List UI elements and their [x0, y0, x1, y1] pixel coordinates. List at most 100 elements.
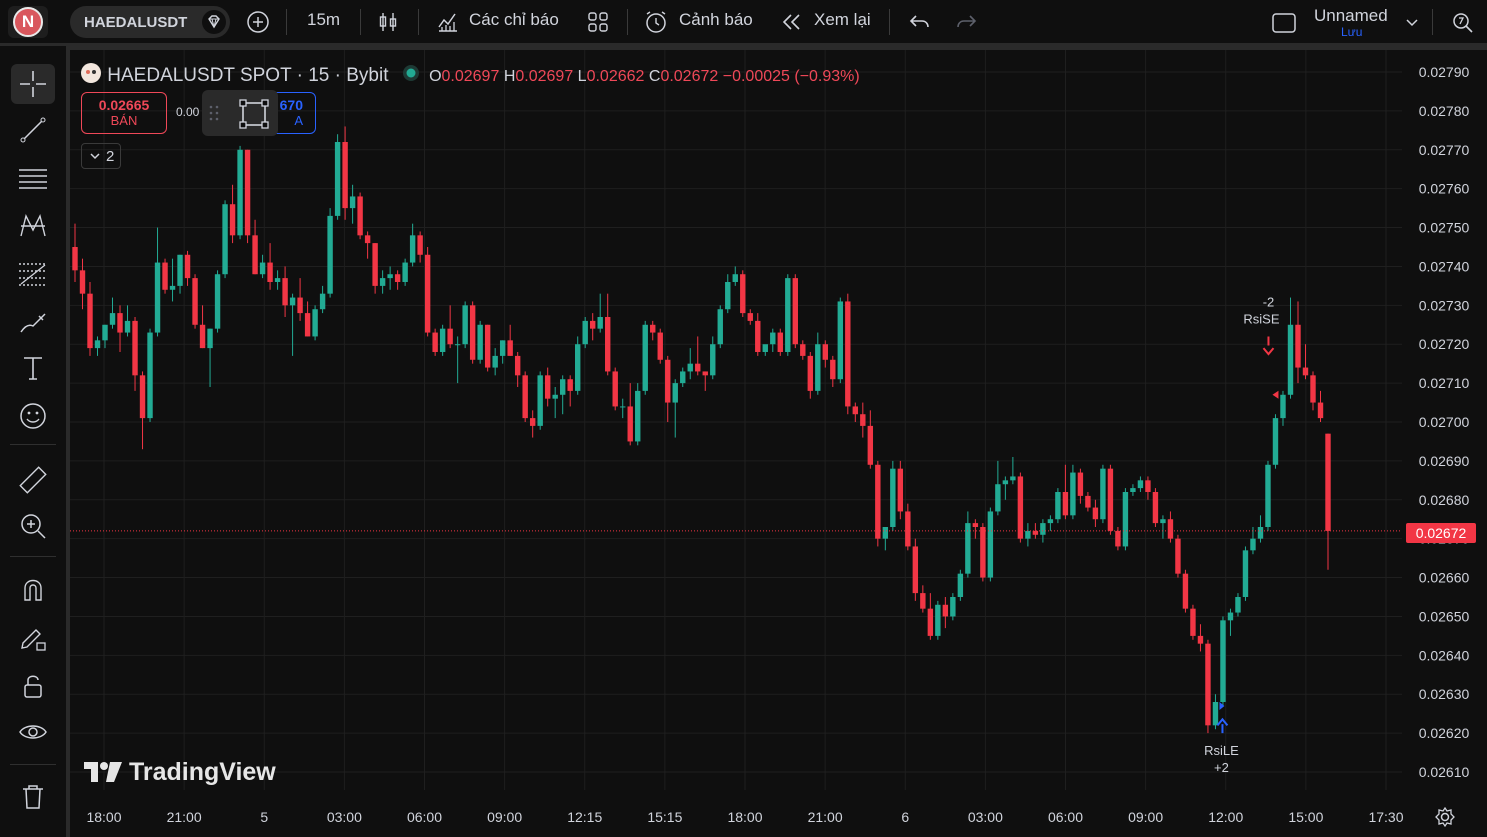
candle-body — [980, 527, 986, 578]
candle-body — [349, 196, 356, 209]
horizontal-lines-tool[interactable] — [11, 158, 55, 198]
trash-icon — [23, 785, 43, 809]
layout-checkbox-icon[interactable] — [1271, 11, 1297, 35]
time-tick-label: 18:00 — [727, 809, 762, 825]
redo-icon[interactable] — [955, 11, 979, 33]
measure-tool[interactable] — [11, 460, 55, 500]
candle-body — [1107, 468, 1114, 531]
candle-body — [657, 332, 663, 360]
emoji-tool[interactable] — [11, 396, 55, 436]
price-tick-label: 0.02770 — [1419, 142, 1470, 158]
candle-body — [424, 254, 431, 333]
floating-toolbar[interactable] — [202, 90, 278, 136]
candle-body — [912, 546, 919, 594]
text-tool[interactable] — [11, 348, 55, 388]
undo-icon[interactable] — [907, 11, 931, 33]
remove-drawings-tool[interactable] — [11, 776, 55, 816]
sell-button[interactable]: 0.02665 BÁN — [81, 92, 167, 134]
add-symbol-icon[interactable] — [246, 10, 270, 34]
fib-retracement-icon — [19, 263, 47, 286]
fib-tool[interactable] — [11, 254, 55, 294]
chevron-down-icon[interactable] — [1404, 15, 1420, 29]
user-avatar[interactable]: N — [8, 6, 48, 38]
candle-body — [620, 406, 626, 408]
indicators-collapse-button[interactable]: 2 — [81, 143, 121, 169]
alarm-clock-icon[interactable] — [643, 9, 669, 35]
chart-pane[interactable]: -2 RsiSE RsiLE +2 0.02790 0.02780 0.02770 0.02… — [70, 50, 1487, 837]
candle-body — [574, 344, 581, 391]
candle-body — [732, 274, 738, 282]
indicators-icon[interactable] — [436, 10, 460, 34]
candle-body — [1017, 476, 1024, 539]
candle-body — [484, 324, 491, 368]
magnet-tool[interactable] — [11, 570, 55, 610]
candle-body — [650, 324, 656, 333]
candle-body — [800, 344, 806, 356]
candle-body — [184, 254, 191, 279]
candle-body — [1100, 468, 1106, 520]
candle-body — [1175, 538, 1181, 574]
candle-body — [875, 464, 881, 539]
crosshair-icon — [20, 71, 46, 97]
candle-body — [454, 344, 461, 346]
last-price-label: 0.02672 — [1406, 523, 1476, 543]
save-status[interactable]: Lưu — [1341, 25, 1362, 39]
candle-body — [1250, 538, 1256, 551]
candle-body — [469, 305, 476, 360]
candle-body — [1197, 635, 1204, 644]
watermark-text: TradingView — [128, 758, 276, 786]
pattern-tool[interactable] — [11, 206, 55, 246]
time-tick-label: 12:15 — [567, 809, 602, 825]
candles-icon[interactable] — [376, 10, 400, 34]
candle-body — [1310, 375, 1316, 403]
price-tick-label: 0.02700 — [1419, 414, 1470, 430]
short-signal-marker — [1272, 390, 1279, 399]
candle-body — [1182, 573, 1189, 609]
candle-body — [830, 359, 836, 380]
symbol-search-button[interactable]: HAEDALUSDT — [70, 6, 230, 38]
candle-body — [1190, 608, 1196, 636]
gear-icon[interactable] — [1434, 806, 1456, 828]
candle-body — [792, 278, 798, 345]
time-tick-label: 6 — [901, 809, 909, 825]
symbol-title[interactable]: HAEDALUSDT SPOT · 15 · Bybit — [107, 65, 388, 86]
candle-body — [725, 282, 731, 310]
candle-body — [462, 305, 468, 345]
candle-body — [169, 285, 176, 290]
rewind-icon[interactable] — [780, 11, 804, 33]
candle-body — [942, 604, 949, 617]
candle-body — [680, 371, 686, 384]
interval-button[interactable]: 15m — [307, 10, 340, 30]
quick-search-icon[interactable] — [1449, 9, 1475, 35]
candle-body — [710, 344, 716, 376]
alerts-button[interactable]: Cảnh báo — [679, 10, 753, 30]
hide-drawings-tool[interactable] — [11, 712, 55, 752]
crosshair-tool[interactable] — [11, 64, 55, 104]
high-label: H — [503, 68, 516, 85]
time-tick-label: 12:00 — [1208, 809, 1243, 825]
candle-body — [687, 363, 693, 372]
candle-body — [695, 363, 701, 372]
layout-name[interactable]: Unnamed — [1314, 6, 1388, 26]
time-tick-label: 15:15 — [647, 809, 682, 825]
candlestick-chart[interactable]: -2 RsiSE RsiLE +2 0.02790 0.02780 0.02770 0.02… — [70, 50, 1487, 837]
candle-body — [1055, 492, 1061, 520]
candle-body — [755, 320, 761, 352]
indicators-button[interactable]: Các chỉ báo — [469, 10, 559, 30]
candle-body — [897, 468, 904, 512]
candle-body — [522, 375, 528, 419]
zoom-tool[interactable] — [11, 506, 55, 546]
candle-body — [717, 309, 723, 345]
drag-handle-icon[interactable] — [208, 104, 220, 122]
candle-body — [1302, 367, 1309, 376]
select-rectangle-icon[interactable] — [238, 98, 270, 130]
templates-icon[interactable] — [586, 10, 610, 34]
lock-all-tool[interactable] — [11, 666, 55, 706]
candle-body — [1092, 507, 1099, 520]
lock-drawing-tool[interactable] — [11, 618, 55, 658]
brush-tool[interactable] — [11, 302, 55, 342]
candle-body — [417, 235, 423, 255]
candle-body — [372, 243, 378, 286]
trend-line-tool[interactable] — [11, 110, 55, 150]
replay-button[interactable]: Xem lại — [814, 10, 871, 30]
